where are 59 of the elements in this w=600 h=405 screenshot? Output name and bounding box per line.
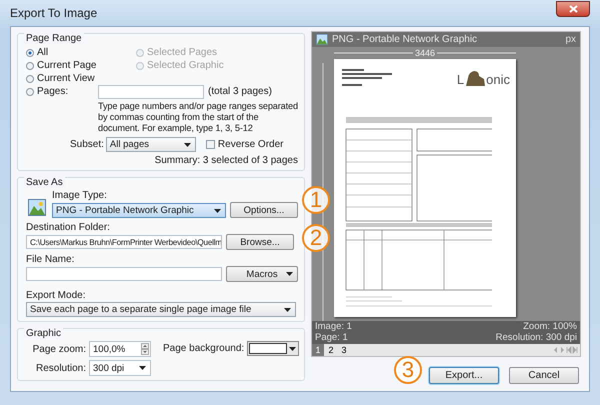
subset-dropdown[interactable]: All pages [106,137,196,152]
subset-label: Subset: [70,139,104,150]
page-tab[interactable]: 3 [338,344,350,356]
caret-icon [286,272,293,276]
image-icon [316,34,328,45]
spin-arrows-icon[interactable] [141,343,149,355]
destination-label: Destination Folder: [26,222,111,233]
radio-option[interactable]: All [26,46,48,59]
file-name-field[interactable] [26,267,222,281]
destination-field[interactable]: C:\Users\Markus Bruhn\FormPrinter Werbevideo\Quellm [26,235,222,249]
fit-width-icon[interactable] [553,346,565,354]
caret-icon [184,143,191,147]
export-mode-dropdown[interactable]: Save each page to a separate single page image file [26,302,296,317]
fit-page-icon[interactable] [566,346,578,354]
caret-icon [284,308,291,312]
resolution-label: Resolution: [34,362,86,374]
image-number: Image: 1 [315,320,352,332]
group-title: Save As [24,177,65,188]
preview-title: PNG - Portable Network Graphic [332,34,478,45]
hint-text: Type page numbers and/or page ranges separated by commas counting from the start of the document. For example, type 1, 3, 5-12 [97,100,298,134]
reverse-order-checkbox[interactable]: Reverse Order [206,139,284,150]
color-picker[interactable] [247,341,300,356]
zoom-value: Zoom: 100% [523,320,577,332]
summary-text: Summary: 3 selected of 3 pages [154,155,298,166]
macros-button[interactable]: Macros [226,266,298,282]
options-button[interactable]: Options... [230,202,298,218]
image-type-label: Image Type: [52,190,108,201]
group-title: Graphic [24,328,64,339]
page-background-label: Page background: [163,343,244,354]
cancel-button[interactable]: Cancel [509,367,579,384]
radio-option[interactable]: Pages: [26,85,68,98]
resolution-dropdown[interactable]: 300 dpi [89,360,151,376]
close-button[interactable] [556,1,590,17]
resolution-value: Resolution: 300 dpi [496,332,577,343]
image-type-dropdown[interactable]: PNG - Portable Network Graphic [52,202,226,218]
logo-text: L [456,72,464,87]
logo-text: onic [486,72,510,87]
unit-label: px [565,34,576,45]
caret-icon [139,366,146,370]
group-title: Page Range [24,33,84,44]
page-zoom-spinner[interactable]: 100,0% [89,341,151,357]
export-button[interactable]: Export... [429,367,499,384]
radio-option[interactable]: Current View [26,72,95,85]
page-number: Page: 1 [315,332,349,343]
page-tab[interactable]: 2 [325,344,337,356]
image-icon [28,199,46,216]
total-pages: (total 3 pages) [208,86,272,97]
page-tab[interactable]: 1 [312,344,324,356]
export-mode-label: Export Mode: [26,290,86,301]
pages-field[interactable] [98,84,204,98]
caret-icon [214,208,221,212]
radio-option[interactable]: Current Page [26,59,96,72]
width-value: 3446 [414,48,436,58]
browse-button[interactable]: Browse... [226,234,294,250]
close-icon [568,5,578,13]
caret-icon [289,347,296,351]
file-name-label: File Name: [26,254,76,265]
window-title: Export To Image [10,6,98,20]
page-zoom-label: Page zoom: [32,344,86,354]
